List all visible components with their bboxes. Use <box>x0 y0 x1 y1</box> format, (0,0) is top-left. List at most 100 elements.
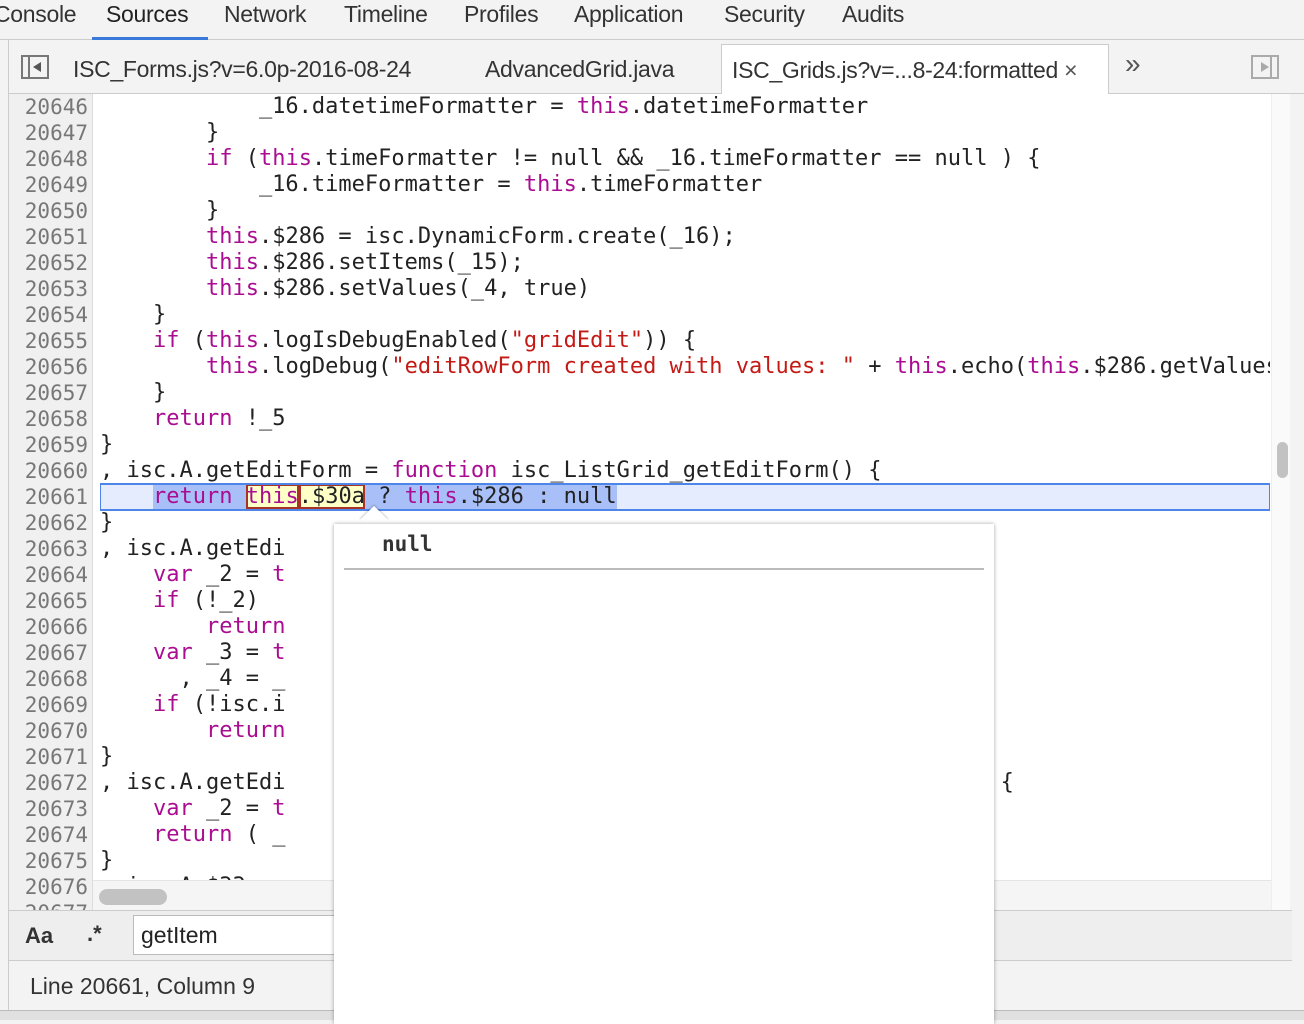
line-number[interactable]: 20670 <box>9 718 92 744</box>
keyword-token: this <box>245 484 299 509</box>
tab-network[interactable]: Network <box>224 0 307 40</box>
code-line[interactable]: this.$286.setItems(_15); <box>100 250 1270 276</box>
vertical-scrollbar[interactable] <box>1271 94 1290 910</box>
line-number[interactable]: 20676 <box>9 874 92 900</box>
line-number[interactable]: 20661 <box>9 484 92 510</box>
close-icon[interactable]: × <box>1064 57 1077 83</box>
code-token: } <box>100 302 167 327</box>
code-line[interactable]: this.$286 = isc.DynamicForm.create(_16); <box>100 224 1270 250</box>
popover-divider <box>344 568 984 570</box>
vertical-scroll-thumb[interactable] <box>1277 442 1288 478</box>
code-line[interactable]: if (this.logIsDebugEnabled("gridEdit")) … <box>100 328 1270 354</box>
line-number[interactable]: 20654 <box>9 302 92 328</box>
line-number[interactable]: 20677 <box>9 900 92 910</box>
match-case-button[interactable]: Aa <box>25 923 53 949</box>
file-tab-isc-grids[interactable]: ISC_Grids.js?v=...8-24:formatted × <box>721 44 1109 94</box>
tab-application[interactable]: Application <box>574 0 684 40</box>
line-number[interactable]: 20648 <box>9 146 92 172</box>
code-line[interactable]: this.$286.setValues(_4, true) <box>100 276 1270 302</box>
keyword-token: if <box>152 588 180 613</box>
line-number[interactable]: 20668 <box>9 666 92 692</box>
code-token: + <box>855 354 895 379</box>
line-number[interactable]: 20653 <box>9 276 92 302</box>
tab-security[interactable]: Security <box>724 0 805 40</box>
file-tab-isc-forms[interactable]: ISC_Forms.js?v=6.0p-2016-08-24 <box>63 44 421 94</box>
line-number[interactable]: 20657 <box>9 380 92 406</box>
code-line[interactable]: } <box>100 198 1270 224</box>
code-line[interactable]: _16.datetimeFormatter = this.datetimeFor… <box>100 94 1270 120</box>
tab-profiles[interactable]: Profiles <box>464 0 539 40</box>
line-number[interactable]: 20647 <box>9 120 92 146</box>
more-tabs-icon[interactable]: » <box>1125 48 1141 80</box>
popover-value: null <box>382 532 433 556</box>
code-token: (!isc.i <box>179 692 286 717</box>
keyword-token: this <box>205 328 259 353</box>
code-token: ( <box>179 328 206 353</box>
line-number[interactable]: 20667 <box>9 640 92 666</box>
keyword-token: this <box>404 484 458 509</box>
horizontal-scroll-thumb[interactable] <box>99 889 167 905</box>
line-number[interactable]: 20650 <box>9 198 92 224</box>
code-line[interactable]: } <box>100 120 1270 146</box>
tab-console[interactable]: Console <box>0 0 77 40</box>
file-tabbar: ISC_Forms.js?v=6.0p-2016-08-24 AdvancedG… <box>8 40 1304 94</box>
tab-audits[interactable]: Audits <box>842 0 904 40</box>
code-token: } <box>100 198 220 223</box>
tab-sources[interactable]: Sources <box>92 0 208 40</box>
toggle-navigator-icon[interactable] <box>21 55 49 79</box>
line-number[interactable]: 20675 <box>9 848 92 874</box>
line-number[interactable]: 20662 <box>9 510 92 536</box>
code-token: .timeFormatter != null && _16.timeFormat… <box>311 146 1041 171</box>
line-number[interactable]: 20674 <box>9 822 92 848</box>
code-line[interactable]: } <box>100 380 1270 406</box>
code-token: )) { <box>643 328 697 353</box>
line-number[interactable]: 20664 <box>9 562 92 588</box>
line-number[interactable]: 20660 <box>9 458 92 484</box>
code-line[interactable]: return !_5 <box>100 406 1270 432</box>
value-popover: null <box>334 524 994 1024</box>
code-token: (!_2) <box>179 588 259 613</box>
keyword-token: this <box>523 172 577 197</box>
line-number[interactable]: 20649 <box>9 172 92 198</box>
current-code-line[interactable]: return this.$30a ? this.$286 : null <box>100 483 1270 511</box>
keyword-token: var <box>152 562 193 587</box>
line-number[interactable]: 20665 <box>9 588 92 614</box>
code-token <box>232 484 246 509</box>
line-number[interactable]: 20673 <box>9 796 92 822</box>
line-number[interactable]: 20656 <box>9 354 92 380</box>
code-token: .datetimeFormatter <box>629 94 869 119</box>
code-line[interactable]: _16.timeFormatter = this.timeFormatter <box>100 172 1270 198</box>
line-number[interactable]: 20658 <box>9 406 92 432</box>
code-token: .timeFormatter <box>576 172 763 197</box>
line-number[interactable]: 20671 <box>9 744 92 770</box>
code-line[interactable]: this.logDebug("editRowForm created with … <box>100 354 1270 380</box>
toggle-debugger-icon[interactable] <box>1251 55 1279 79</box>
keyword-token: var <box>152 640 193 665</box>
code-token: _2 = <box>192 562 273 587</box>
line-number[interactable]: 20659 <box>9 432 92 458</box>
code-line[interactable]: , isc.A.getEditForm = function isc_ListG… <box>100 458 1270 484</box>
line-number[interactable]: 20663 <box>9 536 92 562</box>
code-token: ( _ <box>232 822 286 847</box>
code-line[interactable]: if (this.timeFormatter != null && _16.ti… <box>100 146 1270 172</box>
tab-timeline[interactable]: Timeline <box>344 0 428 40</box>
regex-button[interactable]: .* <box>87 921 102 947</box>
code-line[interactable]: } <box>100 432 1270 458</box>
keyword-token: this <box>205 276 259 301</box>
line-number[interactable]: 20666 <box>9 614 92 640</box>
line-number[interactable]: 20651 <box>9 224 92 250</box>
line-number[interactable]: 20669 <box>9 692 92 718</box>
line-number[interactable]: 20655 <box>9 328 92 354</box>
line-number[interactable]: 20672 <box>9 770 92 796</box>
line-number[interactable]: 20652 <box>9 250 92 276</box>
keyword-token: t <box>272 640 286 665</box>
line-number[interactable]: 20646 <box>9 94 92 120</box>
file-tab-advancedgrid[interactable]: AdvancedGrid.java <box>475 44 684 94</box>
code-line[interactable]: } <box>100 302 1270 328</box>
code-token: .$286.getValues())) <box>1080 354 1270 379</box>
keyword-token: var <box>152 796 193 821</box>
